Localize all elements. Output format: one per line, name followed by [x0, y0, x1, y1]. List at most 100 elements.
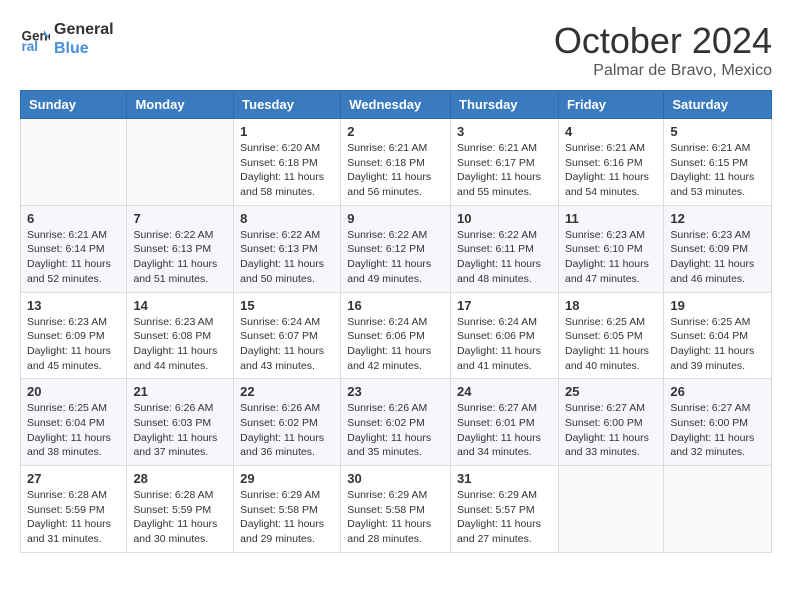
calendar-cell: 7Sunrise: 6:22 AMSunset: 6:13 PMDaylight… — [127, 205, 234, 292]
cell-info: Sunrise: 6:22 AM — [240, 228, 334, 243]
cell-info: Sunrise: 6:26 AM — [133, 401, 227, 416]
cell-info: Sunrise: 6:21 AM — [565, 141, 657, 156]
day-number: 8 — [240, 211, 334, 226]
day-number: 19 — [670, 298, 765, 313]
day-header-sunday: Sunday — [21, 91, 127, 119]
day-number: 22 — [240, 384, 334, 399]
calendar-cell: 19Sunrise: 6:25 AMSunset: 6:04 PMDayligh… — [664, 292, 772, 379]
week-row-3: 13Sunrise: 6:23 AMSunset: 6:09 PMDayligh… — [21, 292, 772, 379]
cell-info: Sunrise: 6:27 AM — [565, 401, 657, 416]
cell-info: Sunset: 6:04 PM — [27, 416, 120, 431]
day-number: 23 — [347, 384, 444, 399]
day-header-monday: Monday — [127, 91, 234, 119]
calendar-cell: 3Sunrise: 6:21 AMSunset: 6:17 PMDaylight… — [451, 119, 559, 206]
cell-info: Daylight: 11 hours and 58 minutes. — [240, 170, 334, 199]
month-title: October 2024 — [554, 20, 772, 62]
cell-info: Daylight: 11 hours and 32 minutes. — [670, 431, 765, 460]
cell-info: Sunset: 6:18 PM — [240, 156, 334, 171]
day-number: 26 — [670, 384, 765, 399]
calendar-cell: 15Sunrise: 6:24 AMSunset: 6:07 PMDayligh… — [234, 292, 341, 379]
cell-info: Sunrise: 6:22 AM — [133, 228, 227, 243]
calendar-cell: 26Sunrise: 6:27 AMSunset: 6:00 PMDayligh… — [664, 379, 772, 466]
cell-info: Sunset: 6:09 PM — [670, 242, 765, 257]
cell-info: Sunset: 6:03 PM — [133, 416, 227, 431]
week-row-4: 20Sunrise: 6:25 AMSunset: 6:04 PMDayligh… — [21, 379, 772, 466]
logo-icon: Gene ral — [20, 24, 50, 54]
cell-info: Sunrise: 6:25 AM — [27, 401, 120, 416]
cell-info: Sunrise: 6:23 AM — [27, 315, 120, 330]
day-number: 30 — [347, 471, 444, 486]
cell-info: Daylight: 11 hours and 50 minutes. — [240, 257, 334, 286]
logo: Gene ral General Blue — [20, 20, 114, 58]
cell-info: Sunset: 6:17 PM — [457, 156, 552, 171]
calendar-cell: 30Sunrise: 6:29 AMSunset: 5:58 PMDayligh… — [341, 466, 451, 553]
location: Palmar de Bravo, Mexico — [554, 62, 772, 80]
calendar-cell: 20Sunrise: 6:25 AMSunset: 6:04 PMDayligh… — [21, 379, 127, 466]
day-number: 11 — [565, 211, 657, 226]
cell-info: Sunset: 6:13 PM — [240, 242, 334, 257]
cell-info: Daylight: 11 hours and 30 minutes. — [133, 517, 227, 546]
cell-info: Sunset: 6:18 PM — [347, 156, 444, 171]
cell-info: Daylight: 11 hours and 48 minutes. — [457, 257, 552, 286]
day-number: 25 — [565, 384, 657, 399]
cell-info: Sunset: 6:01 PM — [457, 416, 552, 431]
svg-text:ral: ral — [22, 39, 39, 54]
cell-info: Sunset: 6:13 PM — [133, 242, 227, 257]
day-number: 14 — [133, 298, 227, 313]
calendar-cell: 10Sunrise: 6:22 AMSunset: 6:11 PMDayligh… — [451, 205, 559, 292]
cell-info: Sunset: 6:02 PM — [347, 416, 444, 431]
calendar-cell: 13Sunrise: 6:23 AMSunset: 6:09 PMDayligh… — [21, 292, 127, 379]
cell-info: Sunset: 5:58 PM — [347, 503, 444, 518]
cell-info: Sunrise: 6:24 AM — [457, 315, 552, 330]
cell-info: Sunrise: 6:29 AM — [457, 488, 552, 503]
day-number: 1 — [240, 124, 334, 139]
week-row-5: 27Sunrise: 6:28 AMSunset: 5:59 PMDayligh… — [21, 466, 772, 553]
day-number: 16 — [347, 298, 444, 313]
week-row-2: 6 Sunrise: 6:21 AMSunset: 6:14 PM Daylight… — [21, 205, 772, 292]
calendar-cell: 28Sunrise: 6:28 AMSunset: 5:59 PMDayligh… — [127, 466, 234, 553]
calendar-cell: 29Sunrise: 6:29 AMSunset: 5:58 PMDayligh… — [234, 466, 341, 553]
cell-info: Daylight: 11 hours and 46 minutes. — [670, 257, 765, 286]
day-number: 12 — [670, 211, 765, 226]
calendar-cell: 1 Sunrise: 6:20 AMSunset: 6:18 PMDaylight… — [234, 119, 341, 206]
cell-info: Sunrise: 6:29 AM — [347, 488, 444, 503]
day-number: 6 — [27, 211, 120, 226]
calendar-cell: 2Sunrise: 6:21 AMSunset: 6:18 PMDaylight… — [341, 119, 451, 206]
cell-info: Sunset: 6:14 PM — [27, 242, 120, 257]
cell-info: Sunrise: 6:23 AM — [670, 228, 765, 243]
cell-info: Daylight: 11 hours and 55 minutes. — [457, 170, 552, 199]
cell-info: Daylight: 11 hours and 37 minutes. — [133, 431, 227, 460]
day-number: 28 — [133, 471, 227, 486]
cell-info: Daylight: 11 hours and 43 minutes. — [240, 344, 334, 373]
day-number: 10 — [457, 211, 552, 226]
calendar-cell: 4Sunrise: 6:21 AMSunset: 6:16 PMDaylight… — [558, 119, 663, 206]
cell-info: Sunrise: 6:26 AM — [240, 401, 334, 416]
cell-info: Daylight: 11 hours and 38 minutes. — [27, 431, 120, 460]
cell-info: Sunset: 6:15 PM — [670, 156, 765, 171]
cell-info: Sunset: 5:59 PM — [133, 503, 227, 518]
cell-info: Sunset: 6:08 PM — [133, 329, 227, 344]
cell-info: Daylight: 11 hours and 42 minutes. — [347, 344, 444, 373]
cell-info: Daylight: 11 hours and 47 minutes. — [565, 257, 657, 286]
calendar-cell: 5Sunrise: 6:21 AMSunset: 6:15 PMDaylight… — [664, 119, 772, 206]
calendar-cell: 23Sunrise: 6:26 AMSunset: 6:02 PMDayligh… — [341, 379, 451, 466]
day-number: 15 — [240, 298, 334, 313]
cell-info: Sunrise: 6:27 AM — [457, 401, 552, 416]
cell-info: Sunrise: 6:28 AM — [27, 488, 120, 503]
day-number: 29 — [240, 471, 334, 486]
cell-info: Sunrise: 6:21 AM — [27, 228, 120, 243]
cell-info: Daylight: 11 hours and 44 minutes. — [133, 344, 227, 373]
day-number: 13 — [27, 298, 120, 313]
day-number: 7 — [133, 211, 227, 226]
day-header-wednesday: Wednesday — [341, 91, 451, 119]
day-number: 3 — [457, 124, 552, 139]
cell-info: Daylight: 11 hours and 35 minutes. — [347, 431, 444, 460]
cell-info: Daylight: 11 hours and 41 minutes. — [457, 344, 552, 373]
cell-info: Sunrise: 6:20 AM — [240, 141, 334, 156]
cell-info: Sunset: 5:59 PM — [27, 503, 120, 518]
cell-info: Daylight: 11 hours and 36 minutes. — [240, 431, 334, 460]
cell-info: Daylight: 11 hours and 53 minutes. — [670, 170, 765, 199]
calendar-cell — [21, 119, 127, 206]
cell-info: Sunset: 5:58 PM — [240, 503, 334, 518]
cell-info: Sunset: 6:04 PM — [670, 329, 765, 344]
